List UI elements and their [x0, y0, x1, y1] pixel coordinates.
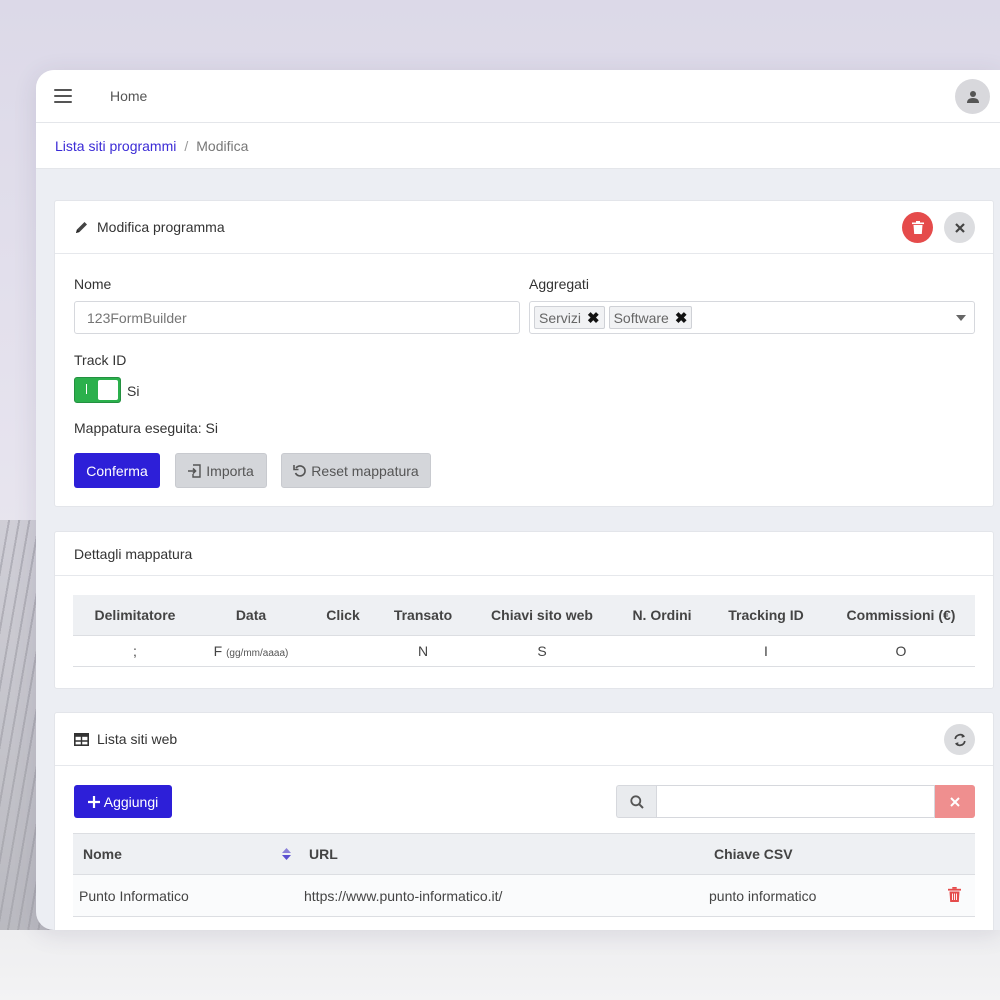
trash-icon — [911, 221, 924, 234]
cell-delimitatore: ; — [73, 635, 197, 667]
cell-data: F (gg/mm/aaaa) — [197, 635, 305, 667]
background-floor — [0, 930, 1000, 1000]
cell-tracking: I — [705, 635, 827, 667]
column-header-nome[interactable]: Nome — [73, 833, 299, 875]
sites-table-header-row: Nome URL Chiave CSV — [73, 833, 975, 875]
user-avatar-button[interactable] — [955, 79, 990, 114]
cell-ordini — [619, 635, 705, 667]
cell-site-url: https://www.punto-informatico.it/ — [299, 874, 704, 917]
track-id-value: Si — [127, 383, 140, 399]
plus-icon — [87, 795, 100, 808]
edit-program-card: Modifica programma Nome Aggregati Serviz… — [54, 200, 994, 507]
hamburger-menu-icon[interactable] — [54, 89, 72, 103]
mapping-table: Delimitatore Data Click Transato Chiavi … — [73, 595, 975, 667]
mapping-card-header: Dettagli mappatura — [55, 532, 993, 576]
top-navbar: Home — [36, 70, 1000, 123]
breadcrumb-current: Modifica — [196, 137, 249, 154]
user-icon — [966, 90, 979, 103]
confirm-button[interactable]: Conferma — [74, 453, 160, 488]
toggle-knob — [98, 380, 118, 400]
toggle-on-mark — [86, 384, 87, 394]
aggregati-tag: Servizi ✖ — [534, 306, 605, 329]
import-icon — [188, 463, 202, 478]
close-icon — [954, 222, 965, 233]
name-label: Nome — [74, 276, 112, 292]
close-icon — [950, 796, 960, 807]
sites-list-card: Lista siti web Aggiungi Nome URL Chiave … — [54, 712, 994, 930]
aggregati-label: Aggregati — [529, 276, 589, 292]
mapping-status-text: Mappatura eseguita: Si — [74, 420, 218, 436]
chevron-down-icon[interactable] — [956, 315, 966, 321]
delete-row-button[interactable] — [948, 886, 961, 902]
date-format-hint: (gg/mm/aaaa) — [226, 647, 289, 659]
column-header-actions — [904, 833, 975, 875]
mapping-details-card: Dettagli mappatura Delimitatore Data Cli… — [54, 531, 994, 689]
search-group — [616, 785, 975, 818]
search-input[interactable] — [656, 785, 935, 818]
import-button[interactable]: Importa — [175, 453, 267, 488]
column-header-chiave[interactable]: Chiave CSV — [704, 833, 904, 875]
cell-site-key: punto informatico — [704, 874, 904, 917]
breadcrumb: Lista siti programmi / Modifica — [36, 123, 1000, 169]
edit-card-header: Modifica programma — [55, 201, 993, 254]
mapping-card-title: Dettagli mappatura — [74, 545, 193, 562]
sites-card-header: Lista siti web — [55, 713, 993, 766]
name-input[interactable] — [74, 301, 520, 334]
aggregati-tag: Software ✖ — [608, 306, 693, 329]
close-card-button[interactable] — [944, 212, 975, 243]
column-header: Data — [197, 595, 305, 636]
remove-tag-icon[interactable]: ✖ — [587, 309, 600, 327]
nav-home-link[interactable]: Home — [110, 88, 147, 104]
table-row: Punto Informatico https://www.punto-info… — [73, 874, 975, 917]
add-site-button[interactable]: Aggiungi — [74, 785, 172, 818]
sites-card-title: Lista siti web — [97, 731, 178, 747]
column-header: Transato — [381, 595, 465, 636]
cell-chiavi: S — [465, 635, 619, 667]
column-header: Delimitatore — [73, 595, 197, 636]
pencil-icon — [74, 220, 89, 235]
trash-icon — [948, 886, 961, 902]
sites-table: Nome URL Chiave CSV Punto Informatico ht… — [73, 833, 975, 917]
delete-program-button[interactable] — [902, 212, 933, 243]
edit-card-title: Modifica programma — [97, 219, 225, 235]
reset-mapping-button[interactable]: Reset mappatura — [281, 453, 431, 488]
table-row: ; F (gg/mm/aaaa) N S I O — [73, 635, 975, 667]
table-icon — [74, 732, 89, 746]
sort-icon[interactable] — [282, 848, 291, 860]
mapping-table-header-row: Delimitatore Data Click Transato Chiavi … — [73, 595, 975, 636]
remove-tag-icon[interactable]: ✖ — [675, 309, 688, 327]
track-id-label: Track ID — [74, 352, 127, 368]
cell-actions — [904, 874, 975, 917]
app-window: Home Lista siti programmi / Modifica Mod… — [36, 70, 1000, 930]
refresh-icon — [953, 733, 966, 746]
breadcrumb-parent-link[interactable]: Lista siti programmi — [55, 138, 176, 154]
column-header: N. Ordini — [619, 595, 705, 636]
column-header: Commissioni (€) — [827, 595, 975, 636]
refresh-button[interactable] — [944, 724, 975, 755]
cell-commissioni: O — [827, 635, 975, 667]
undo-icon — [293, 464, 307, 478]
cell-transato: N — [381, 635, 465, 667]
breadcrumb-separator: / — [184, 137, 189, 154]
clear-search-button[interactable] — [935, 785, 975, 818]
column-header: Tracking ID — [705, 595, 827, 636]
track-id-toggle[interactable] — [74, 377, 121, 403]
column-header: Click — [305, 595, 381, 636]
column-header: Chiavi sito web — [465, 595, 619, 636]
aggregati-multiselect[interactable]: Servizi ✖ Software ✖ — [529, 301, 975, 334]
cell-click — [305, 635, 381, 667]
search-icon — [616, 785, 656, 818]
column-header-url[interactable]: URL — [299, 833, 704, 875]
cell-site-name: Punto Informatico — [73, 874, 299, 917]
